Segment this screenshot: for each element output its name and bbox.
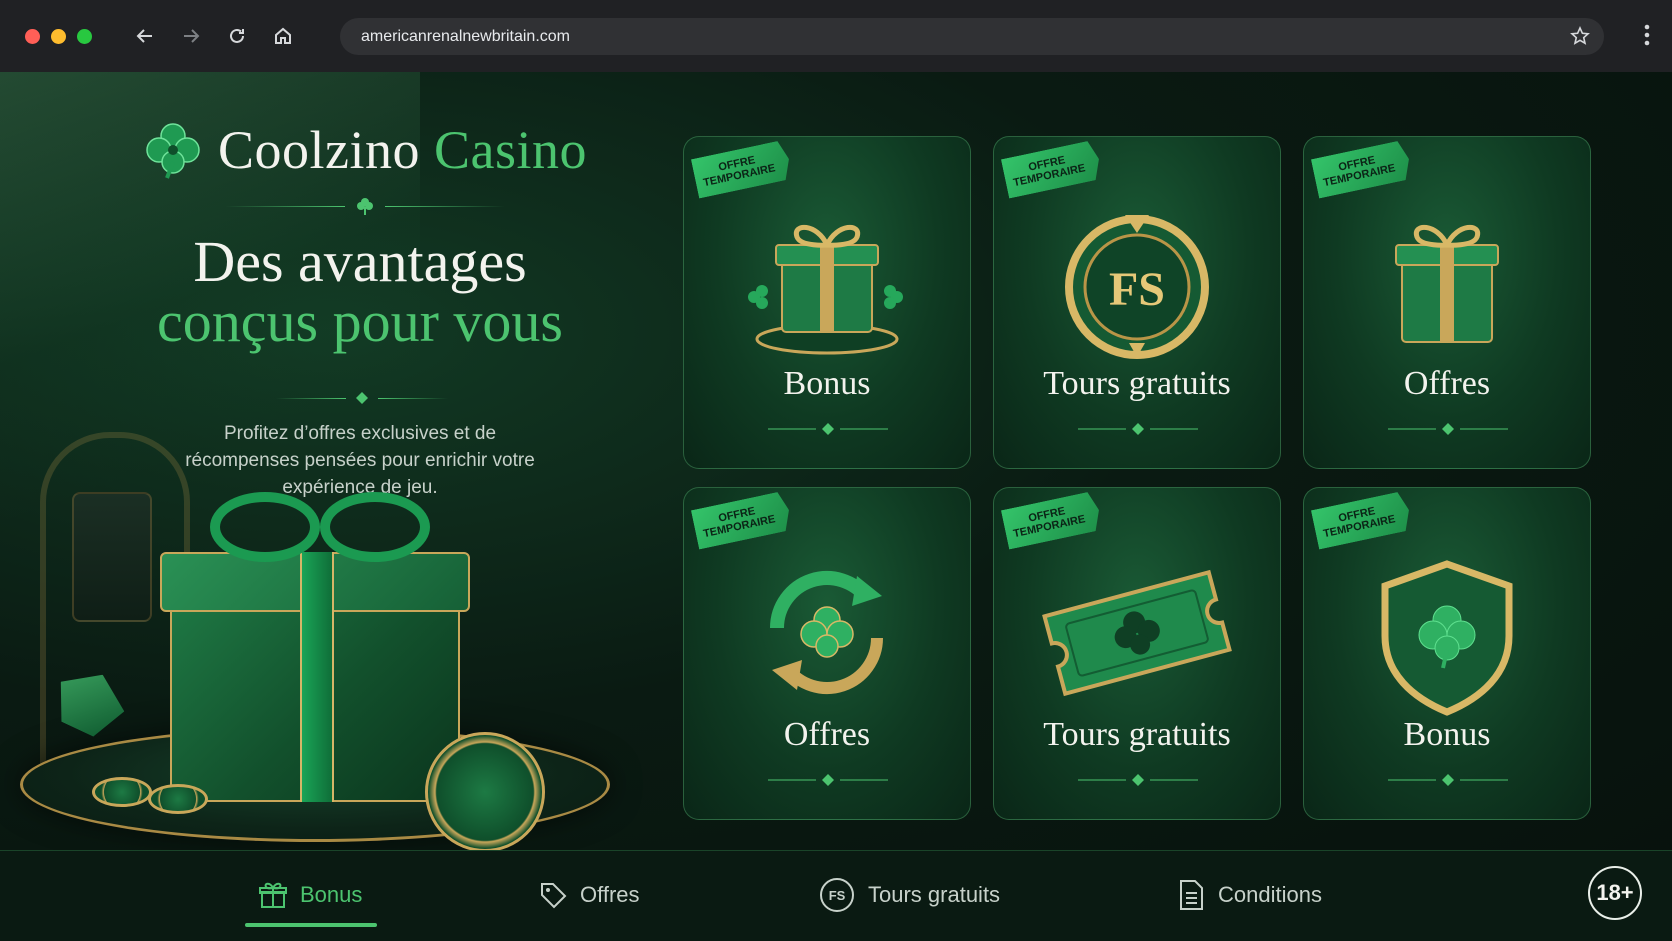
background-slot-machine-decoration [72, 492, 152, 622]
fs-icon: FS [820, 878, 854, 912]
menu-icon[interactable] [1644, 24, 1650, 46]
card-divider [768, 423, 888, 435]
divider-line [225, 205, 345, 207]
hero-title-line2: conçus pour vous [157, 289, 563, 354]
gift-bow-left [210, 492, 320, 562]
casino-chip-illustration [425, 732, 545, 852]
card-title: Bonus [1403, 716, 1491, 753]
nav-item-bonus[interactable]: Bonus [258, 873, 362, 917]
card-title: Tours gratuits [1043, 365, 1231, 402]
casino-chip-small-illustration [148, 784, 208, 814]
nav-item-tours-gratuits[interactable]: FS Tours gratuits [818, 873, 1000, 917]
offer-ribbon: OFFRE TEMPORAIRE [1311, 490, 1413, 549]
shield-clover-icon [1381, 560, 1513, 716]
brand-logo[interactable]: Coolzino Casino [140, 117, 587, 183]
age-restriction-badge: 18+ [1588, 866, 1642, 920]
close-window-button[interactable] [25, 28, 40, 44]
gift-bow-right [320, 492, 430, 562]
card-divider [1388, 774, 1508, 786]
gift-icon [1395, 224, 1499, 343]
offer-ribbon: OFFRE TEMPORAIRE [1001, 490, 1103, 549]
hero-divider [276, 392, 448, 404]
maximize-window-button[interactable] [77, 28, 92, 44]
brand-name-part2: Casino [434, 120, 588, 180]
minimize-window-button[interactable] [51, 28, 66, 44]
bottom-navigation: Bonus Offres FS Tours gratuits Condition… [0, 850, 1672, 941]
hero-title-line1: Des avantages [193, 229, 527, 294]
card-divider [1078, 774, 1198, 786]
back-button[interactable] [132, 23, 158, 49]
refresh-clover-icon [770, 571, 883, 694]
brand-name-part1: Coolzino [218, 120, 420, 180]
divider-line [378, 397, 448, 399]
tag-icon [541, 883, 567, 909]
divider-line [276, 397, 346, 399]
brand-name: Coolzino Casino [218, 119, 587, 181]
promo-card-free-spins[interactable]: OFFRE TEMPORAIRE FS Tours gratuits [993, 136, 1281, 469]
browser-nav [132, 23, 296, 49]
document-icon [1180, 880, 1203, 910]
ticket-icon [1042, 569, 1232, 697]
card-divider [1078, 423, 1198, 435]
nav-label: Tours gratuits [868, 882, 1001, 907]
offer-ribbon: OFFRE TEMPORAIRE [691, 490, 793, 549]
brand-divider [225, 196, 505, 216]
card-title: Bonus [783, 365, 871, 402]
card-title: Tours gratuits [1043, 716, 1231, 753]
reload-icon [230, 28, 244, 43]
offer-ribbon: OFFRE TEMPORAIRE [1001, 139, 1103, 198]
window-controls [25, 28, 92, 44]
card-title: Offres [783, 716, 871, 753]
nav-item-conditions[interactable]: Conditions [1176, 873, 1322, 917]
clover-icon [146, 123, 200, 179]
back-icon [136, 29, 152, 43]
active-tab-indicator [245, 923, 377, 927]
promo-card-offers-refresh[interactable]: OFFRE TEMPORAIRE Offres [683, 487, 971, 820]
forward-icon [184, 29, 200, 43]
hero-description: Profitez d’offres exclusives et de récom… [185, 423, 535, 498]
casino-chip-small-illustration [92, 777, 152, 807]
hero-title: Des avantages conçus pour vous [90, 232, 630, 352]
clover-small-icon [357, 198, 373, 215]
card-divider [768, 774, 888, 786]
nav-label: Bonus [300, 882, 363, 907]
reload-button[interactable] [224, 23, 250, 49]
gift-ribbon-illustration [300, 552, 334, 802]
divider-line [385, 205, 505, 207]
nav-item-offres[interactable]: Offres [538, 873, 640, 917]
gift-icon [259, 882, 287, 908]
promo-card-shield[interactable]: OFFRE TEMPORAIRE Bonus [1303, 487, 1591, 820]
fs-icon-text: FS [829, 888, 846, 903]
nav-label: Conditions [1218, 882, 1322, 907]
gift-icon [748, 224, 903, 355]
star-icon[interactable] [1570, 26, 1590, 46]
url-text: americanrenalnewbritain.com [361, 27, 570, 45]
forward-button[interactable] [178, 23, 204, 49]
fs-icon-text: FS [1109, 263, 1165, 316]
address-bar[interactable]: americanrenalnewbritain.com [340, 18, 1604, 55]
nav-label: Offres [580, 882, 640, 907]
home-icon [275, 27, 291, 44]
offer-ribbon: OFFRE TEMPORAIRE [1311, 139, 1413, 198]
promo-card-bonus[interactable]: OFFRE TEMPORAIRE Bonus [683, 136, 971, 469]
home-button[interactable] [270, 23, 296, 49]
free-spins-wheel-icon: FS [1065, 215, 1209, 359]
casino-page: Coolzino Casino Des avantages conçus pou… [0, 72, 1672, 941]
browser-chrome: americanrenalnewbritain.com [0, 0, 1672, 72]
offer-ribbon: OFFRE TEMPORAIRE [691, 139, 793, 198]
promo-card-offers[interactable]: OFFRE TEMPORAIRE Offres [1303, 136, 1591, 469]
promo-card-ticket[interactable]: OFFRE TEMPORAIRE Tours gratuits [993, 487, 1281, 820]
card-divider [1388, 423, 1508, 435]
card-title: Offres [1403, 365, 1491, 402]
diamond-icon [356, 392, 368, 404]
